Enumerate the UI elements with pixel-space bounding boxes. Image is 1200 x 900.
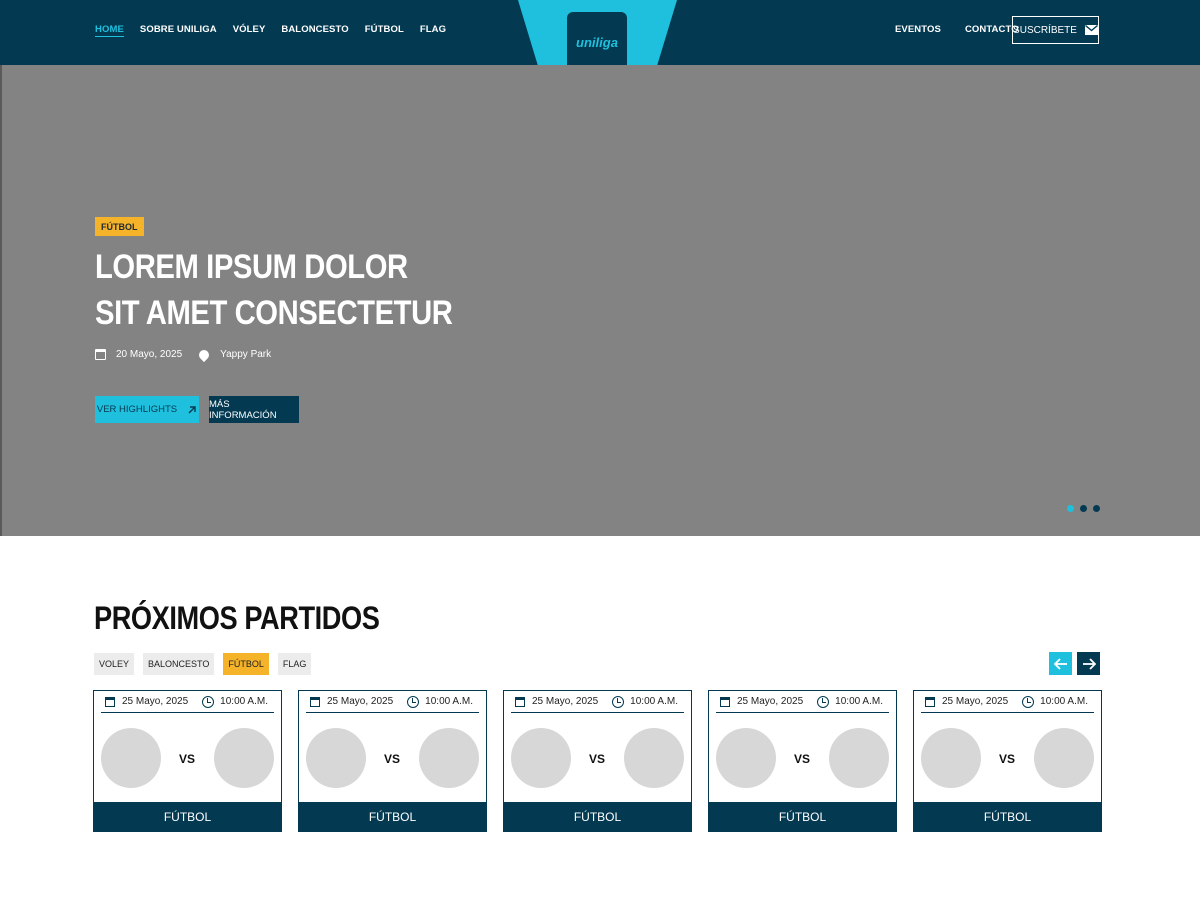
vs-label: VS bbox=[588, 752, 605, 766]
match-time: 10:00 A.M. bbox=[1040, 696, 1088, 707]
match-card[interactable]: 25 Mayo, 2025 10:00 A.M. VS FÚTBOL bbox=[93, 690, 282, 832]
team-a-logo bbox=[716, 728, 776, 788]
subscribe-button[interactable]: SUSCRÍBETE bbox=[1012, 16, 1099, 44]
carousel-next-button[interactable] bbox=[1077, 652, 1100, 675]
arrow-up-right-icon bbox=[188, 405, 196, 413]
calendar-icon bbox=[720, 696, 730, 707]
team-a-logo bbox=[101, 728, 161, 788]
nav-sobre-uniliga[interactable]: SOBRE UNILIGA bbox=[140, 24, 217, 37]
match-cards: 25 Mayo, 2025 10:00 A.M. VS FÚTBOL 25 Ma… bbox=[93, 690, 1102, 832]
match-card-header: 25 Mayo, 2025 10:00 A.M. bbox=[101, 691, 274, 713]
nav-baloncesto[interactable]: BALONCESTO bbox=[281, 24, 348, 37]
hero-category-badge: FÚTBOL bbox=[95, 217, 144, 236]
calendar-icon bbox=[310, 696, 320, 707]
filter-baloncesto[interactable]: BALONCESTO bbox=[143, 653, 215, 675]
match-time: 10:00 A.M. bbox=[835, 696, 883, 707]
match-sport-label: FÚTBOL bbox=[298, 802, 487, 832]
hero-title-line-1: LOREM IPSUM DOLOR bbox=[95, 248, 408, 286]
team-b-logo bbox=[624, 728, 684, 788]
slider-dot-2[interactable] bbox=[1080, 505, 1087, 512]
vs-label: VS bbox=[998, 752, 1015, 766]
calendar-icon bbox=[515, 696, 525, 707]
match-date: 25 Mayo, 2025 bbox=[327, 696, 394, 707]
match-card[interactable]: 25 Mayo, 2025 10:00 A.M. VS FÚTBOL bbox=[708, 690, 897, 832]
vs-label: VS bbox=[793, 752, 810, 766]
calendar-icon bbox=[925, 696, 935, 707]
team-b-logo bbox=[214, 728, 274, 788]
team-a-logo bbox=[921, 728, 981, 788]
main-nav-left: HOME SOBRE UNILIGA VÓLEY BALONCESTO FÚTB… bbox=[95, 24, 446, 37]
sport-filters: VOLEY BALONCESTO FÚTBOL FLAG bbox=[94, 653, 312, 675]
match-card[interactable]: 25 Mayo, 2025 10:00 A.M. VS FÚTBOL bbox=[913, 690, 1102, 832]
calendar-icon bbox=[95, 349, 106, 360]
match-card-header: 25 Mayo, 2025 10:00 A.M. bbox=[306, 691, 479, 713]
hero-meta: 20 Mayo, 2025 Yappy Park bbox=[95, 347, 272, 362]
main-nav-right: EVENTOS CONTACTO bbox=[895, 24, 1019, 35]
vs-label: VS bbox=[178, 752, 195, 766]
ver-highlights-label: VER HIGHLIGHTS bbox=[96, 404, 178, 415]
vs-label: VS bbox=[383, 752, 400, 766]
team-a-logo bbox=[511, 728, 571, 788]
match-sport-label: FÚTBOL bbox=[93, 802, 282, 832]
team-a-logo bbox=[306, 728, 366, 788]
mas-informacion-button[interactable]: MÁS INFORMACIÓN bbox=[209, 396, 299, 423]
match-time: 10:00 A.M. bbox=[220, 696, 268, 707]
mail-icon bbox=[1084, 25, 1098, 35]
match-card-header: 25 Mayo, 2025 10:00 A.M. bbox=[511, 691, 684, 713]
clock-icon bbox=[817, 695, 830, 708]
match-date: 25 Mayo, 2025 bbox=[942, 696, 1009, 707]
calendar-icon bbox=[105, 696, 115, 707]
uniliga-logo[interactable]: uniliga bbox=[567, 12, 627, 72]
nav-flag[interactable]: FLAG bbox=[420, 24, 446, 37]
match-sport-label: FÚTBOL bbox=[913, 802, 1102, 832]
ver-highlights-button[interactable]: VER HIGHLIGHTS bbox=[95, 396, 199, 423]
match-card[interactable]: 25 Mayo, 2025 10:00 A.M. VS FÚTBOL bbox=[503, 690, 692, 832]
clock-icon bbox=[407, 695, 420, 708]
match-sport-label: FÚTBOL bbox=[708, 802, 897, 832]
filter-futbol[interactable]: FÚTBOL bbox=[223, 653, 269, 675]
nav-eventos[interactable]: EVENTOS bbox=[895, 24, 941, 35]
match-card[interactable]: 25 Mayo, 2025 10:00 A.M. VS FÚTBOL bbox=[298, 690, 487, 832]
carousel-prev-button[interactable] bbox=[1049, 652, 1072, 675]
nav-futbol[interactable]: FÚTBOL bbox=[365, 24, 404, 37]
section-title: PRÓXIMOS PARTIDOS bbox=[94, 600, 380, 636]
match-sport-label: FÚTBOL bbox=[503, 802, 692, 832]
clock-icon bbox=[612, 695, 625, 708]
match-date: 25 Mayo, 2025 bbox=[532, 696, 599, 707]
team-b-logo bbox=[1034, 728, 1094, 788]
hero-title: LOREM IPSUM DOLOR SIT AMET CONSECTETUR bbox=[95, 244, 456, 336]
slider-dot-3[interactable] bbox=[1093, 505, 1100, 512]
match-date: 25 Mayo, 2025 bbox=[737, 696, 804, 707]
subscribe-label: SUSCRÍBETE bbox=[1013, 24, 1077, 36]
match-date: 25 Mayo, 2025 bbox=[122, 696, 189, 707]
arrow-left-icon bbox=[1053, 657, 1067, 670]
clock-icon bbox=[202, 695, 215, 708]
clock-icon bbox=[1022, 695, 1035, 708]
team-b-logo bbox=[829, 728, 889, 788]
hero-slider-dots bbox=[1067, 505, 1100, 512]
match-card-header: 25 Mayo, 2025 10:00 A.M. bbox=[921, 691, 1094, 713]
match-card-header: 25 Mayo, 2025 10:00 A.M. bbox=[716, 691, 889, 713]
nav-home[interactable]: HOME bbox=[95, 24, 124, 37]
nav-voley[interactable]: VÓLEY bbox=[233, 24, 266, 37]
nav-contacto[interactable]: CONTACTO bbox=[965, 24, 1019, 35]
hero-location: Yappy Park bbox=[220, 349, 272, 360]
filter-voley[interactable]: VOLEY bbox=[94, 653, 135, 675]
match-time: 10:00 A.M. bbox=[630, 696, 678, 707]
location-pin-icon bbox=[197, 347, 212, 362]
match-time: 10:00 A.M. bbox=[425, 696, 473, 707]
arrow-right-icon bbox=[1082, 657, 1096, 670]
hero-date: 20 Mayo, 2025 bbox=[116, 349, 183, 360]
team-b-logo bbox=[419, 728, 479, 788]
hero-title-line-2: SIT AMET CONSECTETUR bbox=[95, 294, 453, 332]
logo-text: uniliga bbox=[576, 34, 618, 50]
slider-dot-1[interactable] bbox=[1067, 505, 1074, 512]
filter-flag[interactable]: FLAG bbox=[277, 653, 312, 675]
